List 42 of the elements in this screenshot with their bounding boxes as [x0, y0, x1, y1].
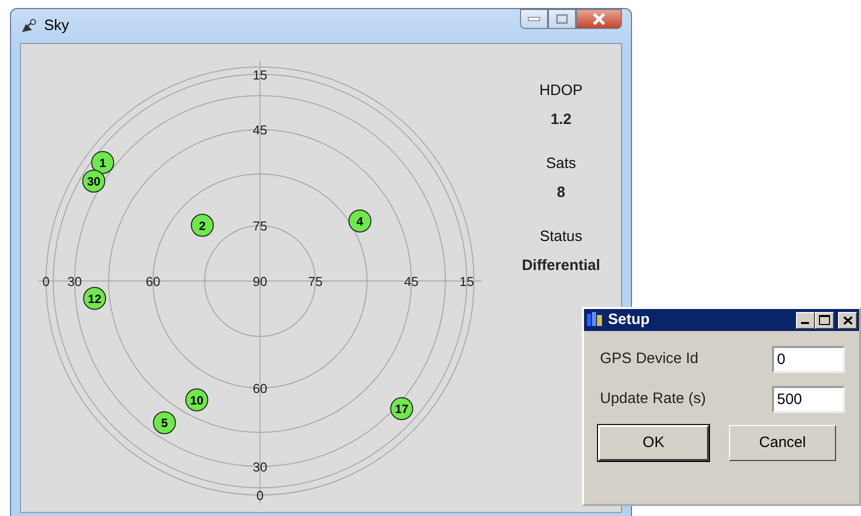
- close-icon: [842, 316, 852, 324]
- dialog-title: Setup: [608, 310, 650, 330]
- satellite-marker: 30: [82, 170, 106, 193]
- ok-button[interactable]: OK: [598, 425, 709, 461]
- field-label: GPS Device Id: [600, 348, 698, 369]
- stat-label: HDOP: [539, 81, 583, 101]
- axis-label: 60: [252, 381, 268, 396]
- axis-label: 75: [308, 274, 323, 289]
- cancel-button[interactable]: Cancel: [729, 425, 836, 461]
- maximize-icon: [556, 14, 568, 24]
- minimize-icon: [528, 17, 540, 21]
- input-field[interactable]: 500: [772, 386, 845, 412]
- stat-label: Status: [540, 227, 582, 247]
- field-label: Update Rate (s): [600, 388, 706, 409]
- minimize-button[interactable]: [520, 9, 548, 29]
- stat-value: Differential: [522, 256, 600, 276]
- window-title: Sky: [44, 16, 70, 36]
- satellite-marker: 5: [152, 411, 176, 434]
- axis-label: 0: [42, 274, 50, 289]
- satellite-marker: 10: [185, 388, 208, 412]
- stat-label: Sats: [546, 154, 576, 174]
- stat-value: 8: [556, 182, 566, 202]
- axis-label: 45: [404, 274, 419, 289]
- axis-label: 90: [252, 274, 268, 289]
- close-icon: [592, 13, 606, 25]
- satellite-marker: 17: [390, 397, 414, 420]
- axis-label: 45: [252, 122, 268, 138]
- axis-label: 0: [256, 488, 264, 503]
- axis-label: 15: [252, 67, 268, 82]
- axis-label: 30: [252, 459, 268, 474]
- axis-label: 75: [252, 218, 268, 234]
- maximize-icon: [819, 315, 830, 325]
- satellite-marker: 1: [91, 150, 114, 174]
- satellite-marker: 4: [348, 209, 372, 232]
- axis-label: 60: [146, 274, 160, 289]
- axis-label: 15: [459, 274, 474, 289]
- input-field[interactable]: 0: [772, 346, 845, 372]
- axis-label: 30: [67, 274, 82, 289]
- satellite-marker: 12: [83, 286, 106, 310]
- satellite-marker: 2: [190, 214, 214, 237]
- app-icon: [586, 312, 604, 328]
- stat-value: 1.2: [550, 110, 572, 130]
